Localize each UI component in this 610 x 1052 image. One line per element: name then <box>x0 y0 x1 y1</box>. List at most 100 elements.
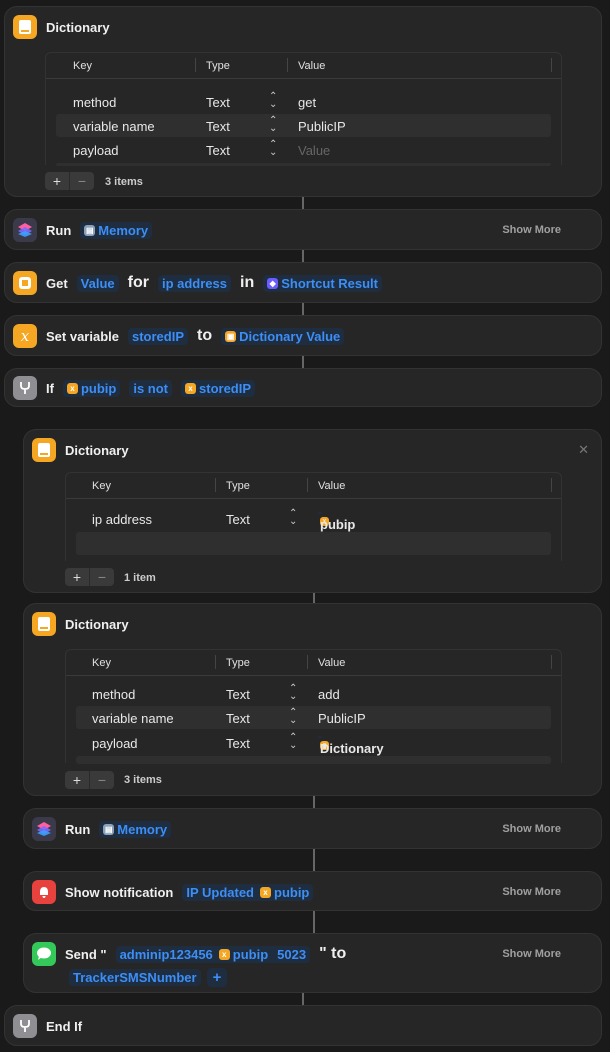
show-more-button[interactable]: Show More <box>502 886 561 898</box>
recipient-token[interactable]: TrackerSMSNumber <box>69 969 201 986</box>
to-label: " to <box>319 945 347 962</box>
dictionary-icon <box>13 15 37 39</box>
add-remove-stepper[interactable]: + − <box>45 172 94 190</box>
dictionary-action-card[interactable]: Dictionary Key Type Value method Text ⌃ ⌄… <box>4 6 602 197</box>
row-value[interactable]: PublicIP <box>298 119 346 134</box>
set-variable-card[interactable]: 𝑥 Set variable storedIP to ▣ Dictionary V… <box>4 315 602 356</box>
show-more-button[interactable]: Show More <box>502 224 561 236</box>
value-dictionary-token[interactable]: ▮ Dictionary <box>318 736 384 756</box>
dictionary-value-icon: ▣ <box>225 330 237 342</box>
table-row[interactable]: method Text ⌃ ⌄ add <box>76 682 551 705</box>
shortcuts-icon: ◆ <box>267 277 279 289</box>
row-type[interactable]: Text <box>206 95 230 110</box>
action-header: 𝑥 Set variable storedIP to ▣ Dictionary V… <box>13 324 345 348</box>
action-header: Dictionary <box>32 438 129 462</box>
run-shortcut-card[interactable]: Run ▤ Memory Show More <box>23 808 602 849</box>
dictionary-action-card[interactable]: Dictionary ✕ Key Type Value ip address T… <box>23 429 602 593</box>
row-key[interactable]: payload <box>92 736 138 751</box>
row-type[interactable]: Text <box>206 143 230 158</box>
row-type[interactable]: Text <box>226 736 250 751</box>
connector <box>313 796 315 808</box>
item-count: 3 items <box>124 774 162 786</box>
row-type[interactable]: Text <box>226 711 250 726</box>
dictionary-icon <box>32 612 56 636</box>
row-key[interactable]: ip address <box>92 512 152 527</box>
run-shortcut-card[interactable]: Run ▤ Memory Show More <box>4 209 602 250</box>
table-row[interactable]: variable name Text ⌃ ⌄ PublicIP <box>76 706 551 729</box>
add-remove-stepper[interactable]: + − <box>65 771 114 789</box>
add-item-button[interactable]: + <box>65 568 90 586</box>
remove-item-button[interactable]: − <box>70 172 94 190</box>
action-header: Run ▤ Memory <box>13 218 153 242</box>
end-if-card[interactable]: End If <box>4 1005 602 1046</box>
action-header: Run ▤ Memory <box>32 817 172 841</box>
add-item-button[interactable]: + <box>65 771 90 789</box>
chevron-updown-icon[interactable]: ⌃ ⌄ <box>289 708 297 726</box>
row-type[interactable]: Text <box>226 687 250 702</box>
chevron-updown-icon[interactable]: ⌃ ⌄ <box>289 509 297 527</box>
close-icon[interactable]: ✕ <box>578 442 589 458</box>
chevron-updown-icon[interactable]: ⌃ ⌄ <box>289 733 297 751</box>
get-dictionary-value-card[interactable]: Get Value for ip address in ◆ Shortcut Re… <box>4 262 602 303</box>
chevron-updown-icon[interactable]: ⌃ ⌄ <box>269 116 277 134</box>
message-text-token[interactable]: adminip123456 x pubip 5023 <box>115 945 311 963</box>
remove-item-button[interactable]: − <box>90 568 114 586</box>
action-header: Dictionary <box>13 15 110 39</box>
add-recipient-button[interactable]: + <box>206 968 228 987</box>
row-key[interactable]: method <box>73 95 116 110</box>
connector <box>302 356 304 368</box>
table-row[interactable]: method Text ⌃ ⌄ get <box>56 90 551 113</box>
condition-operator-token[interactable]: is not <box>129 379 173 397</box>
type-column-header: Type <box>226 657 250 669</box>
action-header: Get Value for ip address in ◆ Shortcut Re… <box>13 271 383 295</box>
action-header: Dictionary <box>32 612 129 636</box>
key-token[interactable]: ip address <box>157 274 231 292</box>
table-row[interactable]: payload Text ⌃ ⌄ Value <box>56 138 551 161</box>
connector <box>302 993 304 1005</box>
chevron-updown-icon[interactable]: ⌃ ⌄ <box>269 140 277 158</box>
condition-target-token[interactable]: x storedIP <box>181 379 256 397</box>
value-variable-token[interactable]: x pubip <box>318 512 355 532</box>
notification-text-token[interactable]: IP Updated x pubip <box>182 883 314 901</box>
action-title: Dictionary <box>46 19 110 35</box>
action-header: If x pubip is not x storedIP <box>13 376 256 400</box>
dictionary-value-token[interactable]: ▣ Dictionary Value <box>221 327 345 345</box>
shortcut-result-token[interactable]: ◆ Shortcut Result <box>263 274 383 292</box>
table-row[interactable]: payload Text ⌃ ⌄ ▮ Dictionary <box>76 731 551 757</box>
dictionary-action-card[interactable]: Dictionary Key Type Value method Text ⌃ ⌄… <box>23 603 602 796</box>
action-title: Show notification <box>65 884 174 900</box>
if-card[interactable]: If x pubip is not x storedIP <box>4 368 602 407</box>
remove-item-button[interactable]: − <box>90 771 114 789</box>
shortcut-token[interactable]: ▤ Memory <box>80 221 153 239</box>
show-more-button[interactable]: Show More <box>502 948 561 960</box>
key-column-header: Key <box>92 480 111 492</box>
value-token[interactable]: Value <box>76 274 119 292</box>
row-value[interactable]: get <box>298 95 316 110</box>
row-key[interactable]: method <box>92 687 135 702</box>
table-row[interactable]: variable name Text ⌃ ⌄ PublicIP <box>56 114 551 137</box>
row-key[interactable]: variable name <box>92 711 174 726</box>
chevron-updown-icon[interactable]: ⌃ ⌄ <box>269 92 277 110</box>
chevron-updown-icon[interactable]: ⌃ ⌄ <box>289 684 297 702</box>
action-title: Set variable <box>46 328 119 344</box>
table-row[interactable]: ip address Text ⌃ ⌄ x pubip <box>76 507 551 533</box>
send-message-card[interactable]: Send " adminip123456 x pubip 5023 " to Trac… <box>23 933 602 993</box>
add-remove-stepper[interactable]: + − <box>65 568 114 586</box>
row-type[interactable]: Text <box>226 512 250 527</box>
value-column-header: Value <box>298 60 326 72</box>
show-notification-card[interactable]: Show notification IP Updated x pubip Show … <box>23 871 602 911</box>
row-key[interactable]: payload <box>73 143 119 158</box>
action-title: If <box>46 380 54 396</box>
value-column-header: Value <box>318 657 346 669</box>
row-value[interactable]: add <box>318 687 340 702</box>
condition-variable-token[interactable]: x pubip <box>62 379 121 397</box>
row-value[interactable]: PublicIP <box>318 711 366 726</box>
variable-name-token[interactable]: storedIP <box>128 327 189 345</box>
row-type[interactable]: Text <box>206 119 230 134</box>
to-label: to <box>197 327 213 344</box>
show-more-button[interactable]: Show More <box>502 823 561 835</box>
add-item-button[interactable]: + <box>45 172 70 190</box>
row-key[interactable]: variable name <box>73 119 155 134</box>
shortcut-token[interactable]: ▤ Memory <box>99 820 172 838</box>
value-placeholder[interactable]: Value <box>298 143 330 158</box>
